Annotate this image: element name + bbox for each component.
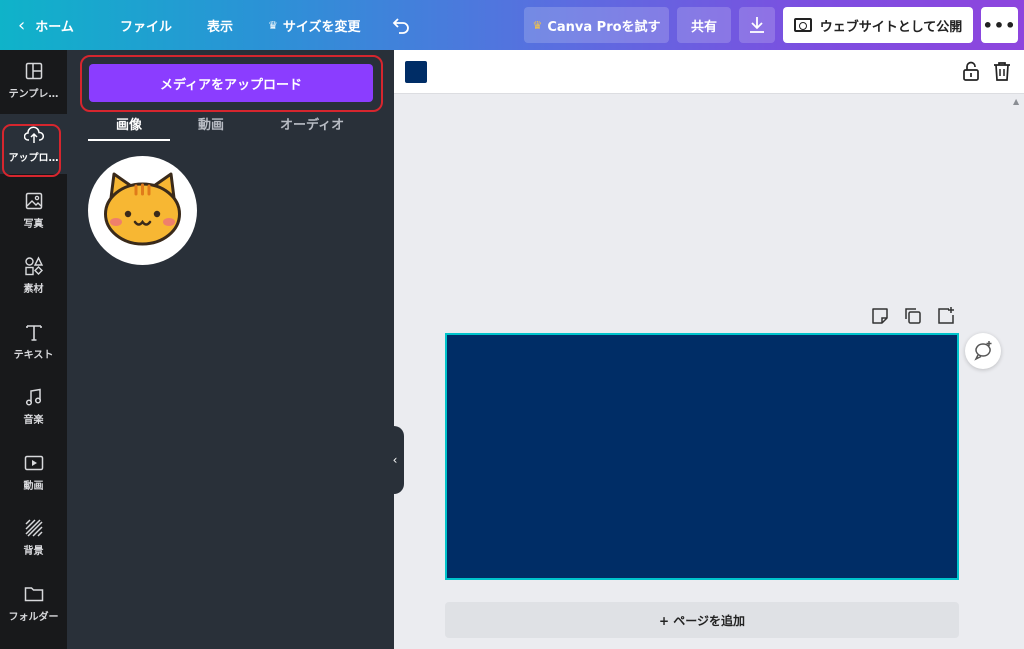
uploaded-image-thumbnail[interactable]: [88, 156, 197, 265]
upload-cloud-icon: [23, 126, 44, 143]
rail-label: テンプレ…: [8, 89, 59, 100]
resize-label: サイズを変更: [282, 19, 361, 35]
uploads-panel: メディアをアップロード 画像 動画 オーディオ: [67, 50, 394, 649]
add-page-icon[interactable]: [936, 306, 956, 326]
comment-add-icon: [974, 341, 992, 361]
canvas-toolbar: [394, 50, 1024, 94]
note-icon[interactable]: [870, 306, 890, 326]
trash-icon[interactable]: [991, 60, 1013, 82]
design-page[interactable]: [445, 333, 959, 580]
collapse-panel-button[interactable]: ‹: [386, 426, 404, 494]
file-menu[interactable]: ファイル: [120, 0, 172, 50]
crown-icon: ♛: [532, 18, 543, 32]
rail-label: 背景: [23, 546, 44, 557]
home-label: ホーム: [35, 19, 74, 35]
rail-label: フォルダー: [8, 612, 59, 623]
crown-icon: ♛: [268, 18, 278, 32]
view-menu[interactable]: 表示: [207, 0, 233, 50]
rail-label: 素材: [23, 284, 44, 295]
publish-label: ウェブサイトとして公開: [819, 19, 963, 35]
cat-face-image: [104, 172, 181, 246]
tab-videos[interactable]: 動画: [198, 114, 224, 133]
share-button[interactable]: 共有: [677, 7, 731, 43]
download-icon: [750, 17, 764, 33]
text-icon: [25, 325, 42, 341]
tab-images[interactable]: 画像: [116, 114, 142, 133]
add-page-button[interactable]: + ページを追加: [445, 602, 959, 638]
rail-label: 音楽: [23, 415, 44, 426]
home-button[interactable]: ‹ ホーム: [18, 0, 74, 50]
background-icon: [24, 519, 43, 537]
elements-icon: [24, 256, 43, 276]
active-tab-indicator: [88, 139, 170, 141]
rail-item-templates[interactable]: テンプレ…: [0, 50, 67, 110]
chevron-left-icon: ‹: [18, 14, 26, 36]
rail-item-music[interactable]: 音楽: [0, 376, 67, 436]
more-button[interactable]: •••: [981, 7, 1018, 43]
rail-item-photos[interactable]: 写真: [0, 180, 67, 240]
website-icon: [793, 18, 812, 32]
left-rail: テンプレ… アップロ… 写真 素材 テキスト 音楽 動画 背景 フォルダー: [0, 50, 67, 649]
rail-label: テキスト: [13, 350, 54, 361]
scroll-up-arrow-icon[interactable]: ▲: [1013, 97, 1019, 106]
top-bar: ‹ ホーム ファイル 表示 ♛ サイズを変更 ♛ Canva Proを試す 共有…: [0, 0, 1024, 50]
rail-item-folders[interactable]: フォルダー: [0, 573, 67, 633]
duplicate-page-icon[interactable]: [903, 306, 923, 326]
tab-audio[interactable]: オーディオ: [280, 114, 344, 133]
photo-icon: [25, 192, 42, 210]
unlock-icon[interactable]: [960, 60, 982, 82]
chevron-left-icon: ‹: [392, 453, 398, 467]
undo-icon: [392, 18, 409, 34]
rail-item-videos[interactable]: 動画: [0, 442, 67, 502]
download-button[interactable]: [739, 7, 775, 43]
rail-item-uploads[interactable]: アップロ…: [0, 114, 67, 174]
rail-item-text[interactable]: テキスト: [0, 311, 67, 371]
upload-media-button[interactable]: メディアをアップロード: [89, 64, 373, 102]
add-comment-button[interactable]: [965, 333, 1001, 369]
rail-item-backgrounds[interactable]: 背景: [0, 507, 67, 567]
rail-item-elements[interactable]: 素材: [0, 245, 67, 305]
try-pro-label: Canva Proを試す: [547, 19, 661, 35]
undo-button[interactable]: [392, 0, 410, 50]
rail-label: 動画: [23, 481, 44, 492]
template-icon: [25, 62, 42, 80]
rail-label: アップロ…: [8, 153, 59, 164]
publish-website-button[interactable]: ウェブサイトとして公開: [783, 7, 973, 43]
try-pro-button[interactable]: ♛ Canva Proを試す: [524, 7, 669, 43]
resize-button[interactable]: ♛ サイズを変更: [268, 0, 361, 50]
rail-label: 写真: [23, 219, 44, 230]
folder-icon: [24, 587, 43, 602]
color-swatch[interactable]: [405, 61, 427, 83]
video-icon: [24, 455, 43, 471]
music-icon: [25, 388, 41, 406]
